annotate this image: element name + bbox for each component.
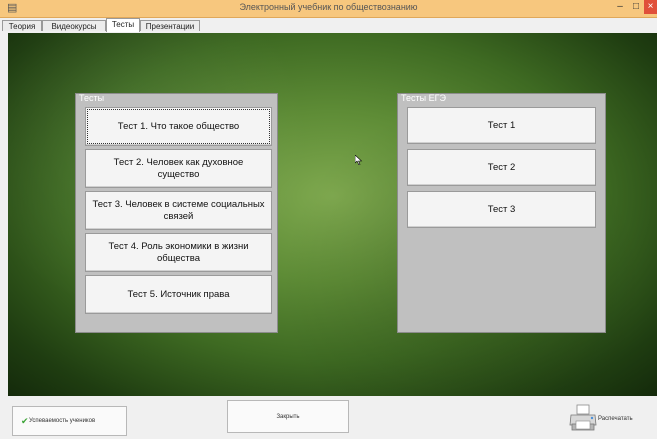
tab-tests[interactable]: Тесты xyxy=(106,18,140,32)
ege-tests-panel: Тесты ЕГЭ Тест 1 Тест 2 Тест 3 xyxy=(397,93,606,333)
checkmark-icon: ✔ xyxy=(21,416,29,426)
test-5-button[interactable]: Тест 5. Источник права xyxy=(85,275,272,314)
test-3-button[interactable]: Тест 3. Человек в системе социальных свя… xyxy=(85,191,272,230)
tab-presentations[interactable]: Презентации xyxy=(140,20,200,31)
tab-bar: Теория Видеокурсы Тесты Презентации xyxy=(0,18,657,32)
ege-test-1-button[interactable]: Тест 1 xyxy=(407,107,596,144)
student-progress-button[interactable]: ✔ Успеваемость учеников xyxy=(12,406,127,436)
tab-theory[interactable]: Теория xyxy=(2,20,42,31)
test-1-button[interactable]: Тест 1. Что такое общество xyxy=(85,107,272,146)
close-button[interactable]: Закрыть xyxy=(227,400,349,433)
ege-test-3-button[interactable]: Тест 3 xyxy=(407,191,596,228)
close-window-button[interactable]: × xyxy=(644,0,657,14)
tests-panel: Тесты Тест 1. Что такое общество Тест 2.… xyxy=(75,93,278,333)
minimize-button[interactable]: – xyxy=(612,0,628,14)
printer-icon xyxy=(569,404,597,431)
tests-panel-title: Тесты xyxy=(79,93,105,103)
ege-panel-title: Тесты ЕГЭ xyxy=(401,93,446,103)
close-button-label: Закрыть xyxy=(276,413,300,420)
window-title: Электронный учебник по обществознанию xyxy=(239,2,418,12)
print-button-label: Распечатать xyxy=(598,416,633,422)
bottom-toolbar: ✔ Успеваемость учеников Закрыть Распечат… xyxy=(0,396,657,439)
mouse-pointer-icon xyxy=(355,155,363,165)
print-button[interactable]: Распечатать xyxy=(568,403,653,435)
test-2-button[interactable]: Тест 2. Человек как духовное существо xyxy=(85,149,272,188)
student-progress-label: Успеваемость учеников xyxy=(29,418,96,424)
ege-test-2-button[interactable]: Тест 2 xyxy=(407,149,596,186)
window-titlebar: ▤ Электронный учебник по обществознанию … xyxy=(0,0,657,18)
maximize-button[interactable]: □ xyxy=(628,0,644,14)
tab-videocourses[interactable]: Видеокурсы xyxy=(42,20,106,31)
test-4-button[interactable]: Тест 4. Роль экономики в жизни общества xyxy=(85,233,272,272)
